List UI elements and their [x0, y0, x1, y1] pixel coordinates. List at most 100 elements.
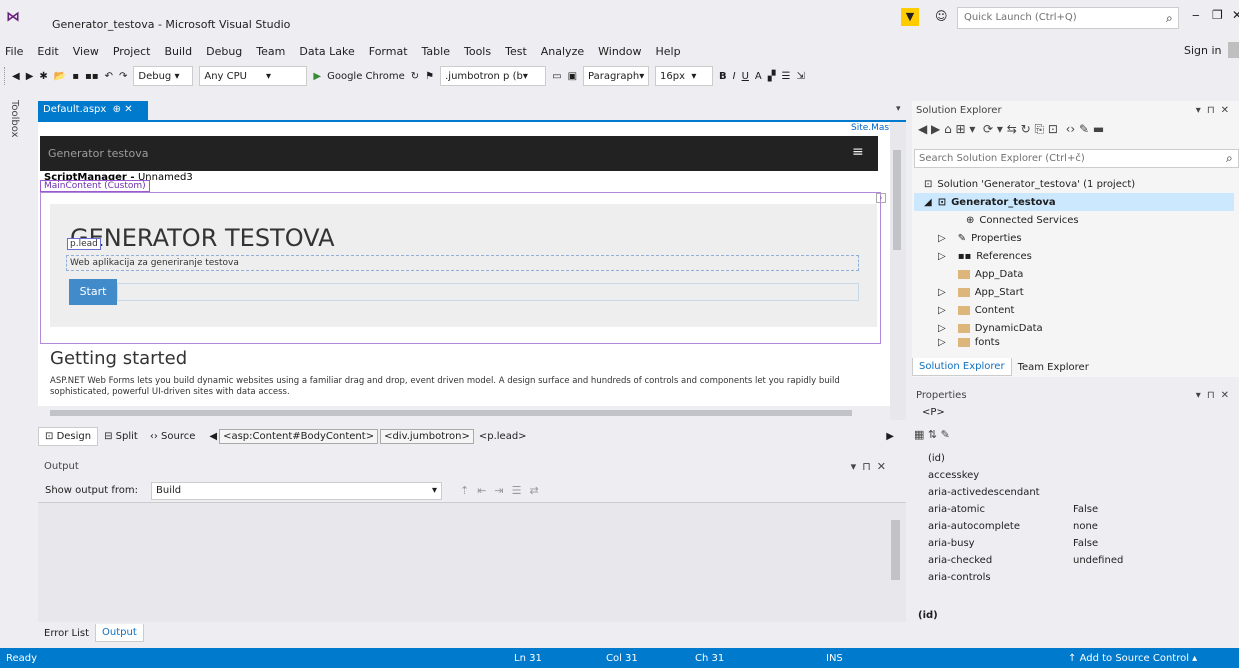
chevron-down-icon[interactable]: ▾ [896, 104, 901, 114]
tab-design[interactable]: ⊡ Design [38, 426, 99, 446]
redo-icon[interactable]: ↷ [119, 71, 127, 82]
sign-in-link[interactable]: Sign in [1184, 44, 1222, 57]
configuration-select[interactable]: Debug ▾ [133, 66, 194, 86]
output-text-area[interactable] [38, 502, 906, 622]
menu-data-lake[interactable]: Data Lake [292, 41, 361, 62]
tab-error-list[interactable]: Error List [38, 625, 95, 642]
design-vertical-scroll-thumb[interactable] [893, 150, 901, 250]
account-icon[interactable] [1228, 42, 1239, 58]
undo-icon[interactable]: ↶ [105, 71, 113, 82]
property-row[interactable]: aria-checked undefined [914, 552, 1232, 569]
refresh-icon[interactable]: ↻ [411, 71, 419, 82]
solution-explorer-toolbar[interactable]: ◀ ▶ ⌂ ⊞ ▾ ⟳ ▾ ⇆ ↻ ⎘ ⊡ ‹› ✎ ▬ [918, 122, 1104, 137]
property-value[interactable]: undefined [1068, 555, 1123, 566]
panel-buttons[interactable]: ▾⊓✕ [1196, 105, 1239, 116]
back-icon[interactable]: ◀ [12, 71, 20, 82]
getting-started-heading[interactable]: Getting started [50, 348, 187, 369]
start-debugging-icon[interactable]: ▶ [313, 71, 321, 82]
menu-file[interactable]: File [0, 41, 30, 62]
property-row[interactable]: accesskey [914, 467, 1232, 484]
navbar-brand[interactable]: Generator testova [40, 136, 878, 171]
output-toolbar-icons[interactable]: ⇡⇤⇥☰⇄ [460, 484, 547, 497]
design-horizontal-scroll-thumb[interactable] [50, 410, 852, 416]
font-color-icon[interactable]: A [755, 71, 762, 82]
breadcrumb-jumbotron[interactable]: <div.jumbotron> [380, 428, 474, 444]
menu-build[interactable]: Build [157, 41, 199, 62]
start-button[interactable]: Start [69, 279, 117, 305]
toolbox-tab[interactable]: Toolbox [9, 100, 20, 138]
chevron-right-icon[interactable]: ▶ [886, 431, 894, 442]
menu-help[interactable]: Help [649, 41, 688, 62]
run-target-button[interactable]: Google Chrome [327, 71, 405, 82]
properties-toolbar[interactable]: ▦ ⇅ ✎ [914, 428, 950, 441]
breadcrumb-p-lead[interactable]: <p.lead> [476, 430, 530, 443]
align-icon[interactable]: ☰ [781, 71, 790, 82]
minimize-icon[interactable]: ‒ [1192, 8, 1200, 22]
tree-item-project[interactable]: ◢ ⊡ Generator_testova [914, 193, 1234, 211]
property-row[interactable]: aria-atomic False [914, 501, 1232, 518]
tab-split[interactable]: ⊟ Split [98, 428, 144, 445]
notification-flag-icon[interactable]: ▼ [901, 8, 919, 26]
block-format-select[interactable]: Paragraph ▾ [583, 66, 650, 86]
tab-output[interactable]: Output [95, 624, 144, 642]
open-file-icon[interactable]: 📂 [54, 71, 66, 82]
selected-element[interactable]: <P> [922, 407, 945, 418]
tree-item-dynamicdata[interactable]: ▷ DynamicData [914, 319, 1234, 337]
tree-item-fonts[interactable]: ▷ fonts [914, 337, 1234, 347]
property-value[interactable]: none [1068, 521, 1098, 532]
save-all-icon[interactable]: ▪▪ [85, 71, 99, 82]
font-size-select[interactable]: 16px ▾ [655, 66, 714, 86]
panel-buttons[interactable]: ▾⊓✕ [851, 460, 906, 473]
quick-launch-input[interactable]: Quick Launch (Ctrl+Q) [957, 7, 1179, 29]
property-row[interactable]: (id) [914, 450, 1232, 467]
property-value[interactable]: False [1068, 538, 1098, 549]
menu-project[interactable]: Project [106, 41, 158, 62]
menu-table[interactable]: Table [415, 41, 457, 62]
bold-button[interactable]: B [719, 71, 727, 82]
tree-item-app-data[interactable]: App_Data [914, 265, 1234, 283]
platform-select[interactable]: Any CPU ▾ [199, 66, 308, 86]
forward-icon[interactable]: ▶ [26, 71, 34, 82]
page-heading[interactable]: GENERATOR TESTOVA [70, 224, 334, 252]
split-view-icon[interactable]: ▣ [568, 71, 577, 82]
tree-item-connected-services[interactable]: ⊕ Connected Services [914, 211, 1234, 229]
feedback-icon[interactable]: ☺ [935, 9, 948, 23]
menu-team[interactable]: Team [249, 41, 292, 62]
menu-test[interactable]: Test [498, 41, 534, 62]
tree-item-app-start[interactable]: ▷ App_Start [914, 283, 1234, 301]
italic-button[interactable]: I [733, 71, 736, 82]
background-color-icon[interactable]: ▞ [768, 71, 776, 82]
tree-item-solution[interactable]: ⊡ Solution 'Generator_testova' (1 project… [914, 175, 1234, 193]
property-row[interactable]: aria-autocomplete none [914, 518, 1232, 535]
close-icon[interactable]: ✕ [1232, 8, 1239, 22]
chevron-left-icon[interactable]: ◀ [209, 431, 217, 442]
menu-view[interactable]: View [66, 41, 106, 62]
breadcrumb-content[interactable]: <asp:Content#BodyContent> [219, 428, 379, 444]
search-icon[interactable]: ⌕ [1226, 151, 1233, 166]
design-view-icon[interactable]: ▭ [552, 71, 561, 82]
tab-source[interactable]: ‹› Source [144, 428, 202, 445]
add-to-source-control[interactable]: ↑ Add to Source Control ▴ [1068, 653, 1197, 664]
start-paragraph[interactable] [117, 283, 859, 301]
solution-search-input[interactable]: Search Solution Explorer (Ctrl+č) [914, 149, 1239, 168]
property-row[interactable]: aria-controls [914, 569, 1232, 586]
restore-icon[interactable]: ❐ [1212, 8, 1223, 22]
browser-link-icon[interactable]: ⚑ [425, 71, 434, 82]
property-row[interactable]: aria-activedescendant [914, 484, 1232, 501]
menu-tools[interactable]: Tools [457, 41, 498, 62]
new-project-icon[interactable]: ✱ [39, 71, 47, 82]
underline-button[interactable]: U [742, 71, 749, 82]
menu-window[interactable]: Window [591, 41, 648, 62]
menu-edit[interactable]: Edit [30, 41, 65, 62]
tab-solution-explorer[interactable]: Solution Explorer [912, 358, 1012, 376]
tree-item-references[interactable]: ▷ ▪▪ References [914, 247, 1234, 265]
save-icon[interactable]: ▪ [72, 71, 79, 82]
style-icon[interactable]: ⇲ [796, 71, 804, 82]
panel-buttons[interactable]: ▾⊓✕ [1196, 390, 1239, 401]
property-value[interactable]: False [1068, 504, 1098, 515]
tab-team-explorer[interactable]: Team Explorer [1012, 359, 1095, 376]
hamburger-icon[interactable]: ≡ [852, 144, 864, 160]
smart-tag-icon[interactable]: › [876, 193, 886, 203]
lead-paragraph[interactable]: Web aplikacija za generiranje testova [66, 255, 859, 271]
search-icon[interactable]: ⌕ [1166, 11, 1173, 26]
